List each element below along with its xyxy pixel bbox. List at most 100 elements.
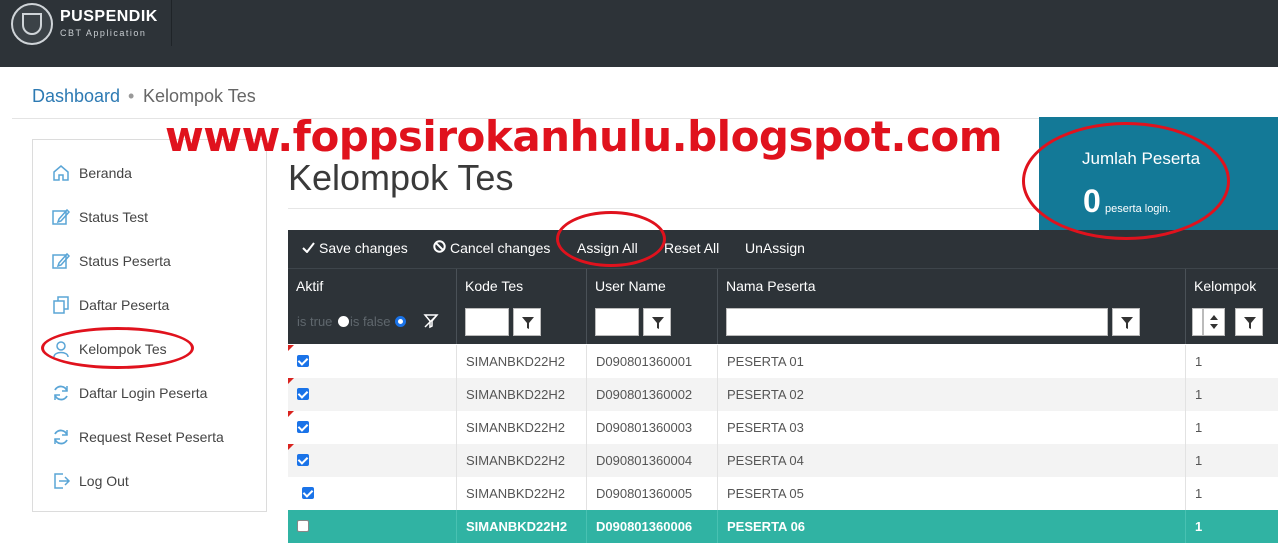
sidebar-item-kelompok-tes[interactable]: Kelompok Tes <box>33 331 266 367</box>
filter-kelompok <box>1186 300 1278 344</box>
aktif-checkbox[interactable] <box>297 454 309 466</box>
cancel-icon <box>433 240 446 253</box>
cell-nama-peserta: PESERTA 05 <box>718 477 1186 510</box>
cell-kelompok: 1 <box>1195 420 1203 435</box>
table-row[interactable]: SIMANBKD22H2 D090801360001 PESERTA 01 1 <box>288 345 1278 378</box>
filter-is-false-radio[interactable] <box>395 316 406 327</box>
home-icon <box>53 165 69 181</box>
spinner-arrows-icon <box>1210 315 1218 329</box>
check-icon <box>302 242 315 253</box>
cell-user-name: D090801360004 <box>587 444 718 477</box>
aktif-checkbox[interactable] <box>297 421 309 433</box>
sidebar-item-label: Log Out <box>79 473 129 489</box>
top-bar: PUSPENDIK CBT Application <box>0 0 1278 46</box>
dirty-marker <box>288 411 294 417</box>
cell-nama-peserta: PESERTA 01 <box>718 345 1186 378</box>
cell-aktif <box>288 444 457 477</box>
filter-user-name <box>587 300 718 344</box>
sidebar-item-request-reset-peserta[interactable]: Request Reset Peserta <box>33 419 266 455</box>
table-row-selected[interactable]: SIMANBKD22H2 D090801360006 PESERTA 06 1 <box>288 510 1278 543</box>
sidebar-item-daftar-login-peserta[interactable]: Daftar Login Peserta <box>33 375 266 411</box>
column-header-nama-peserta[interactable]: Nama Peserta <box>718 269 1186 301</box>
cell-user-name: D090801360003 <box>587 411 718 444</box>
stat-unit: peserta login. <box>1105 203 1172 215</box>
filter-kode-tes <box>457 300 587 344</box>
reset-all-button[interactable]: Reset All <box>664 240 719 256</box>
cell-aktif <box>288 345 457 378</box>
cell-aktif <box>288 411 457 444</box>
filter-kelompok-button[interactable] <box>1235 308 1263 336</box>
cell-kelompok: 1 <box>1195 519 1203 534</box>
cell-kelompok: 1 <box>1195 387 1203 402</box>
watermark-text: www.foppsirokanhulu.blogspot.com <box>165 112 1002 161</box>
grid-header-row: Aktif Kode Tes User Name Nama Peserta Ke… <box>288 268 1278 301</box>
cell-kode-tes: SIMANBKD22H2 <box>457 345 587 378</box>
filter-icon <box>522 317 534 329</box>
cell-kelompok: 1 <box>1195 354 1203 369</box>
table-row[interactable]: SIMANBKD22H2 D090801360003 PESERTA 03 1 <box>288 411 1278 444</box>
logo-icon <box>11 3 53 45</box>
aktif-checkbox[interactable] <box>297 355 309 367</box>
breadcrumb-dashboard-link[interactable]: Dashboard <box>32 86 120 107</box>
refresh-icon <box>54 385 68 401</box>
cell-user-name: D090801360005 <box>587 477 718 510</box>
sidebar-item-label: Daftar Peserta <box>79 297 170 313</box>
filter-kode-tes-input[interactable] <box>465 308 509 336</box>
brand[interactable]: PUSPENDIK CBT Application <box>0 0 172 46</box>
sidebar-item-status-peserta[interactable]: Status Peserta <box>33 243 266 279</box>
unassign-button[interactable]: UnAssign <box>745 240 805 256</box>
aktif-checkbox[interactable] <box>297 520 309 532</box>
cell-kode-tes: SIMANBKD22H2 <box>457 411 587 444</box>
filter-kelompok-input[interactable] <box>1192 308 1203 336</box>
copy-icon <box>53 296 69 314</box>
filter-nama-peserta-input[interactable] <box>726 308 1108 336</box>
save-changes-button[interactable]: Save changes <box>302 240 408 256</box>
sidebar-item-daftar-peserta[interactable]: Daftar Peserta <box>33 287 266 323</box>
breadcrumb-separator: • <box>128 86 135 106</box>
cancel-changes-button[interactable]: Cancel changes <box>433 240 550 256</box>
edit-icon <box>52 252 71 269</box>
filter-icon <box>652 317 664 329</box>
aktif-checkbox[interactable] <box>302 487 314 499</box>
app-name: PUSPENDIK <box>60 8 158 25</box>
cell-user-name: D090801360002 <box>587 378 718 411</box>
aktif-checkbox[interactable] <box>297 388 309 400</box>
filter-nama-peserta <box>718 300 1186 344</box>
column-header-user-name[interactable]: User Name <box>587 269 718 301</box>
column-header-kelompok[interactable]: Kelompok <box>1186 269 1278 301</box>
app-subtitle: CBT Application <box>60 28 147 38</box>
sidebar: Beranda Status Test Status Peserta Dafta… <box>32 139 267 512</box>
refresh-icon <box>54 429 68 445</box>
sidebar-item-log-out[interactable]: Log Out <box>33 463 266 499</box>
cell-kelompok: 1 <box>1195 486 1203 501</box>
table-row[interactable]: SIMANBKD22H2 D090801360005 PESERTA 05 1 <box>288 477 1278 510</box>
filter-is-true-label: is true <box>297 314 333 329</box>
column-header-kode-tes[interactable]: Kode Tes <box>457 269 587 301</box>
stat-label: Jumlah Peserta <box>1082 149 1201 168</box>
filter-user-name-button[interactable] <box>643 308 671 336</box>
filter-kelompok-spinner[interactable] <box>1203 308 1225 336</box>
breadcrumb-current: Kelompok Tes <box>143 86 256 106</box>
cell-nama-peserta: PESERTA 06 <box>718 510 1186 543</box>
cell-kelompok: 1 <box>1195 453 1203 468</box>
filter-kode-tes-button[interactable] <box>513 308 541 336</box>
column-header-aktif[interactable]: Aktif <box>288 269 457 301</box>
assign-all-button[interactable]: Assign All <box>577 240 638 256</box>
table-row[interactable]: SIMANBKD22H2 D090801360004 PESERTA 04 1 <box>288 444 1278 477</box>
sidebar-item-status-test[interactable]: Status Test <box>33 199 266 235</box>
cell-aktif <box>288 477 457 510</box>
jumlah-peserta-panel: Jumlah Peserta 0 peserta login. <box>1039 117 1278 230</box>
clear-filter-icon[interactable] <box>423 313 439 329</box>
cell-nama-peserta: PESERTA 04 <box>718 444 1186 477</box>
user-icon <box>53 341 69 358</box>
cell-kode-tes: SIMANBKD22H2 <box>457 477 587 510</box>
table-row[interactable]: SIMANBKD22H2 D090801360002 PESERTA 02 1 <box>288 378 1278 411</box>
filter-nama-peserta-button[interactable] <box>1112 308 1140 336</box>
sidebar-item-label: Status Peserta <box>79 253 171 269</box>
sidebar-item-label: Kelompok Tes <box>79 341 167 357</box>
sidebar-item-label: Status Test <box>79 209 149 225</box>
filter-aktif: is true is false <box>288 300 457 344</box>
dirty-marker <box>288 378 294 384</box>
filter-user-name-input[interactable] <box>595 308 639 336</box>
filter-is-true-radio[interactable] <box>338 316 349 327</box>
